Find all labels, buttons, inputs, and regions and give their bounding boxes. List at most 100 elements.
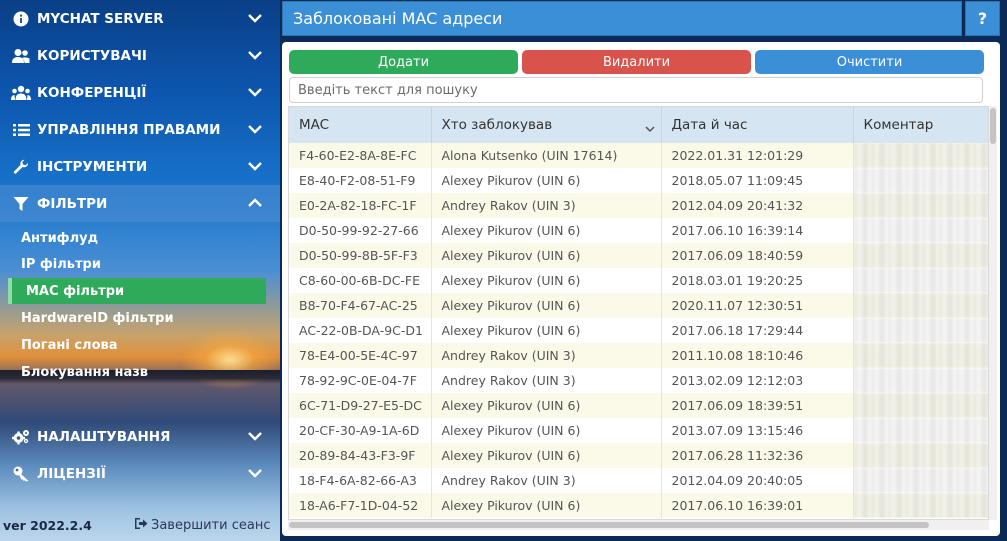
help-button[interactable]: ?	[965, 1, 1000, 36]
table-row[interactable]: 20-CF-30-A9-1A-6D Alexey Pikurov (UIN 6) 2…	[289, 418, 988, 443]
blurred-comment	[853, 193, 988, 218]
menu-item-label: ФІЛЬТРИ	[37, 195, 108, 212]
cell-datetime: 2022.01.31 12:01:29	[661, 143, 854, 168]
blurred-comment	[853, 218, 988, 243]
cell-comment-blurred	[853, 168, 988, 193]
cell-mac: D0-50-99-8B-5F-F3	[289, 243, 432, 268]
menu-item-settings[interactable]: НАЛАШТУВАННЯ	[0, 418, 280, 455]
group-icon	[11, 85, 31, 101]
chevron-down-icon	[248, 466, 262, 482]
cell-comment-blurred	[853, 493, 988, 518]
column-header-blocked-by[interactable]: Хто заблокував	[431, 107, 662, 143]
cell-datetime: 2017.06.10 16:39:01	[661, 493, 854, 518]
menu-item-licenses[interactable]: ЛІЦЕНЗІЇ	[0, 455, 280, 492]
vertical-scrollbar[interactable]	[989, 106, 997, 520]
blurred-comment	[853, 443, 988, 468]
clear-button[interactable]: Очистити	[755, 50, 984, 74]
menu-item-users[interactable]: КОРИСТУВАЧІ	[0, 37, 280, 74]
table-header-row: MAC Хто заблокував Дата й час Коментар	[289, 107, 988, 143]
version-label: ver 2022.2.4	[3, 518, 92, 533]
cell-blocked-by: Alexey Pikurov (UIN 6)	[431, 418, 662, 443]
menu-item-conferences[interactable]: КОНФЕРЕНЦІЇ	[0, 74, 280, 111]
table-row[interactable]: 18-A6-F7-1D-04-52 Alexey Pikurov (UIN 6) 2…	[289, 493, 988, 518]
cell-mac: E0-2A-82-18-FC-1F	[289, 193, 432, 218]
cell-mac: 6C-71-D9-27-E5-DC	[289, 393, 432, 418]
sub-item-hardwareid-filters[interactable]: HardwareID фільтри	[21, 306, 174, 330]
sub-item-antiflood[interactable]: Антифлуд	[21, 226, 98, 250]
horizontal-scrollbar[interactable]	[288, 520, 989, 530]
cell-blocked-by: Andrey Rakov (UIN 3)	[431, 468, 662, 493]
sub-item-bad-words[interactable]: Погані слова	[21, 333, 118, 357]
menu-item-rights-management[interactable]: УПРАВЛІННЯ ПРАВАМИ	[0, 111, 280, 148]
gears-icon	[11, 429, 31, 445]
sub-item-mac-filters[interactable]: MAC фільтри	[8, 278, 266, 304]
table-row[interactable]: D0-50-99-92-27-66 Alexey Pikurov (UIN 6) 2…	[289, 218, 988, 243]
list-icon	[11, 123, 31, 137]
menu-item-tools[interactable]: ІНСТРУМЕНТИ	[0, 148, 280, 185]
filter-icon	[11, 196, 31, 212]
blurred-comment	[853, 243, 988, 268]
table-row[interactable]: C8-60-00-6B-DC-FE Alexey Pikurov (UIN 6) 2…	[289, 268, 988, 293]
info-icon	[11, 11, 31, 27]
cell-datetime: 2011.10.08 18:10:46	[661, 343, 854, 368]
logout-label: Завершити сеанс	[151, 518, 271, 533]
cell-comment-blurred	[853, 343, 988, 368]
cell-comment-blurred	[853, 443, 988, 468]
add-button[interactable]: Додати	[289, 50, 518, 74]
blurred-comment	[853, 468, 988, 493]
logout-button[interactable]: Завершити сеанс	[134, 517, 270, 534]
main-panel: Додати Видалити Очистити MAC Хто заблоку…	[282, 42, 1000, 536]
cell-datetime: 2018.05.07 11:09:45	[661, 168, 854, 193]
cell-comment-blurred	[853, 243, 988, 268]
chevron-down-icon	[248, 122, 262, 138]
sub-item-ip-filters[interactable]: IP фільтри	[21, 252, 101, 276]
blurred-comment	[853, 493, 988, 518]
menu-item-mychat-server[interactable]: MYCHAT SERVER	[0, 0, 280, 37]
blurred-comment	[853, 293, 988, 318]
scrollbar-thumb[interactable]	[289, 522, 929, 528]
chevron-down-icon	[248, 159, 262, 175]
table-row[interactable]: B8-70-F4-67-AC-25 Alexey Pikurov (UIN 6) 2…	[289, 293, 988, 318]
cell-comment-blurred	[853, 218, 988, 243]
table-row[interactable]: F4-60-E2-8A-8E-FC Alona Kutsenko (UIN 176…	[289, 143, 988, 168]
table-row[interactable]: AC-22-0B-DA-9C-D1 Alexey Pikurov (UIN 6) 2…	[289, 318, 988, 343]
table-row[interactable]: 18-F4-6A-82-66-A3 Andrey Rakov (UIN 3) 201…	[289, 468, 988, 493]
blurred-comment	[853, 318, 988, 343]
delete-button[interactable]: Видалити	[522, 50, 751, 74]
blurred-comment	[853, 168, 988, 193]
column-header-mac[interactable]: MAC	[289, 107, 432, 143]
table-row[interactable]: E0-2A-82-18-FC-1F Andrey Rakov (UIN 3) 201…	[289, 193, 988, 218]
chevron-down-icon	[248, 429, 262, 445]
cell-comment-blurred	[853, 293, 988, 318]
cell-datetime: 2018.03.01 19:20:25	[661, 268, 854, 293]
blurred-comment	[853, 393, 988, 418]
cell-blocked-by: Andrey Rakov (UIN 3)	[431, 343, 662, 368]
table-row[interactable]: 78-92-9C-0E-04-7F Andrey Rakov (UIN 3) 201…	[289, 368, 988, 393]
table-row[interactable]: D0-50-99-8B-5F-F3 Alexey Pikurov (UIN 6) 2…	[289, 243, 988, 268]
cell-datetime: 2013.02.09 12:12:03	[661, 368, 854, 393]
table-row[interactable]: 78-E4-00-5E-4C-97 Andrey Rakov (UIN 3) 201…	[289, 343, 988, 368]
cell-blocked-by: Alexey Pikurov (UIN 6)	[431, 243, 662, 268]
blurred-comment	[853, 368, 988, 393]
page-title: Заблоковані MAC адреси	[282, 1, 962, 36]
column-header-comment[interactable]: Коментар	[853, 107, 988, 143]
menu-item-label: НАЛАШТУВАННЯ	[37, 428, 171, 445]
cell-blocked-by: Andrey Rakov (UIN 3)	[431, 368, 662, 393]
column-header-datetime[interactable]: Дата й час	[661, 107, 854, 143]
table-row[interactable]: 6C-71-D9-27-E5-DC Alexey Pikurov (UIN 6) 2…	[289, 393, 988, 418]
users-icon	[11, 48, 31, 64]
chevron-down-icon	[248, 48, 262, 64]
menu-item-filters[interactable]: ФІЛЬТРИ	[0, 185, 280, 222]
search-input[interactable]	[289, 77, 983, 103]
cell-mac: D0-50-99-92-27-66	[289, 218, 432, 243]
cell-mac: C8-60-00-6B-DC-FE	[289, 268, 432, 293]
chevron-down-icon	[644, 121, 655, 137]
blurred-comment	[853, 143, 988, 168]
scrollbar-thumb[interactable]	[990, 108, 996, 144]
sub-item-name-blocking[interactable]: Блокування назв	[21, 360, 148, 384]
cell-datetime: 2017.06.10 16:39:14	[661, 218, 854, 243]
cell-datetime: 2017.06.09 18:40:59	[661, 243, 854, 268]
menu-item-label: MYCHAT SERVER	[37, 10, 164, 27]
table-row[interactable]: E8-40-F2-08-51-F9 Alexey Pikurov (UIN 6) 2…	[289, 168, 988, 193]
table-row[interactable]: 20-89-84-43-F3-9F Alexey Pikurov (UIN 6) 2…	[289, 443, 988, 468]
